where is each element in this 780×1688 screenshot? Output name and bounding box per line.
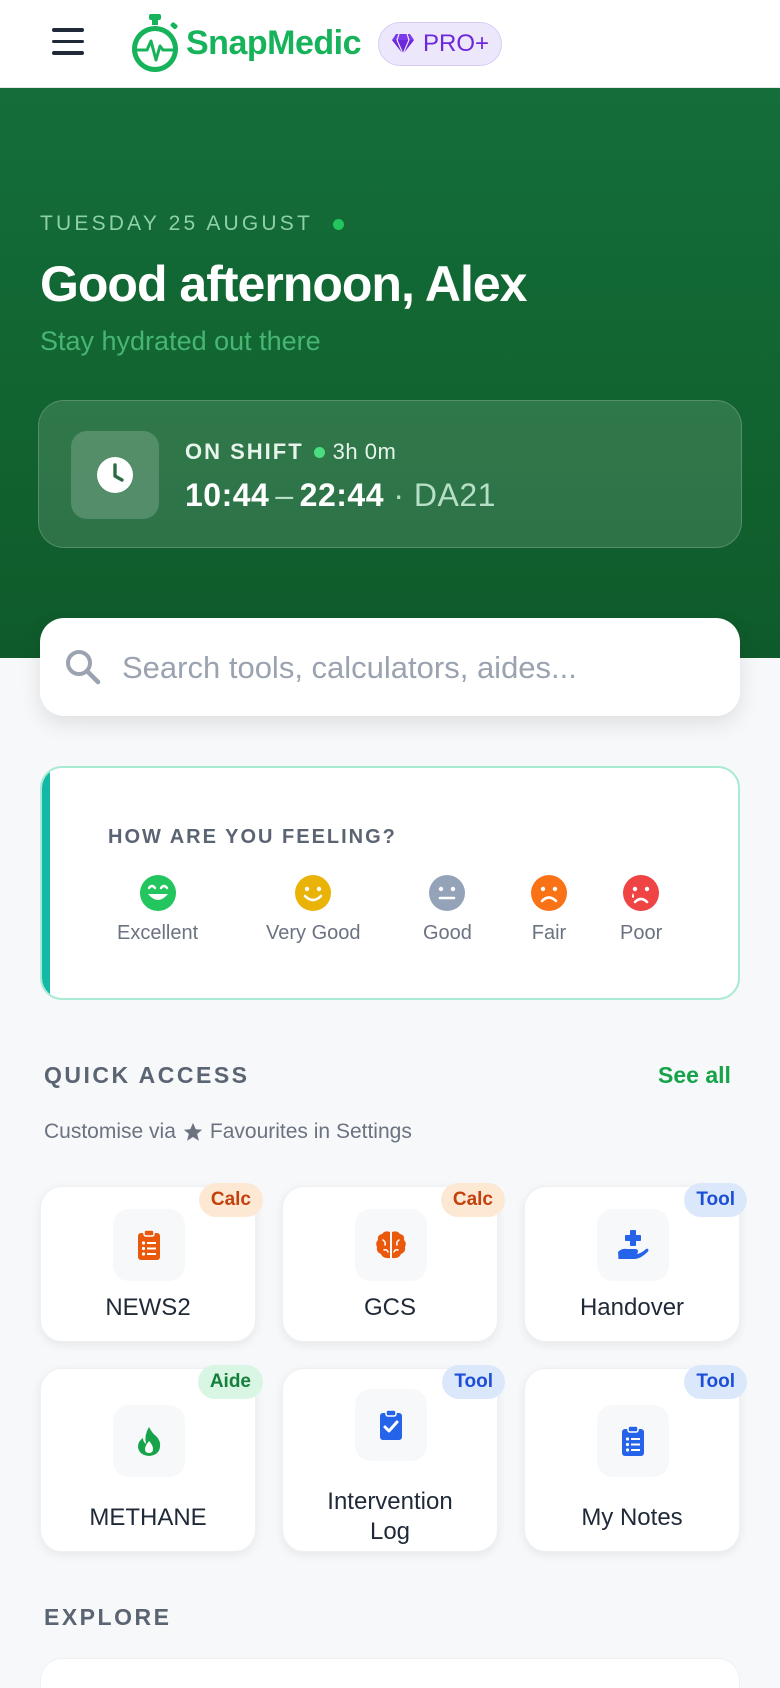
tile-icon-wrap	[597, 1209, 669, 1281]
top-app-bar: SnapMedic PRO+	[0, 0, 780, 88]
quick-access-heading: QUICK ACCESS	[44, 1062, 250, 1088]
mood-fair[interactable]: Fair	[530, 874, 568, 945]
shift-duration: 3h 0m	[332, 439, 397, 464]
tile-icon-wrap	[597, 1405, 669, 1477]
tile-type-tag: Calc	[440, 1183, 505, 1217]
quick-tile-handover[interactable]: Handover Tool	[524, 1183, 747, 1342]
tile-label: GCS	[363, 1294, 416, 1321]
mood-label: Good	[423, 922, 472, 944]
see-all-link[interactable]: See all	[658, 1062, 731, 1089]
shift-start: 10:44	[185, 477, 270, 513]
tile-type-tag: Tool	[684, 1365, 747, 1399]
clock-icon	[71, 431, 159, 519]
card-accent-bar	[42, 768, 50, 998]
mood-label: Excellent	[117, 922, 199, 944]
tile-icon-wrap	[113, 1405, 185, 1477]
quick-tile-gcs[interactable]: GCS Calc	[282, 1183, 505, 1342]
pro-badge-label: PRO+	[422, 30, 490, 57]
greeting-title: Good afternoon, Alex	[40, 256, 527, 312]
smile-face-icon	[295, 875, 332, 911]
mood-label: Fair	[531, 922, 567, 944]
shift-separator: –	[275, 477, 294, 513]
hamburger-menu-icon[interactable]	[52, 28, 84, 58]
mood-label: Very Good	[266, 922, 361, 944]
tile-label: METHANE	[89, 1504, 207, 1531]
search-input[interactable]: Search tools, calculators, aides...	[40, 618, 740, 716]
tile-type-tag: Calc	[198, 1183, 263, 1217]
explore-card[interactable]	[40, 1658, 740, 1688]
brand-name: SnapMedic	[186, 24, 361, 62]
hint-text-start: Customise via	[44, 1120, 176, 1143]
gem-icon	[391, 33, 414, 55]
mood-good[interactable]: Good	[423, 874, 472, 945]
greeting-subtitle: Stay hydrated out there	[40, 326, 321, 356]
date-line: TUESDAY 25 AUGUST	[40, 212, 345, 236]
quick-tile-my-notes[interactable]: My Notes Tool	[524, 1365, 747, 1552]
quick-tile-intervention-log[interactable]: Intervention Log Tool	[282, 1365, 505, 1552]
mood-label: Poor	[620, 922, 663, 944]
tile-icon-wrap	[113, 1209, 185, 1281]
quick-tile-news2[interactable]: NEWS2 Calc	[40, 1183, 263, 1342]
live-dot	[333, 218, 345, 230]
greeting-hero	[0, 88, 780, 658]
tile-label: My Notes	[581, 1504, 683, 1531]
shift-status-text: ON SHIFT	[185, 439, 304, 464]
shift-times: 10:44–22:44 · DA21	[185, 477, 496, 514]
mood-very-good[interactable]: Very Good	[266, 874, 361, 945]
shift-end: 22:44	[299, 477, 384, 513]
quick-access-hint: Customise via Favourites in Settings	[44, 1120, 412, 1144]
explore-heading: EXPLORE	[44, 1604, 172, 1630]
clipboard-list-icon	[622, 1425, 644, 1456]
clipboard-list-icon	[138, 1229, 160, 1260]
frown-face-icon	[531, 875, 567, 911]
shift-code: · DA21	[393, 477, 496, 513]
tile-icon-wrap	[355, 1209, 427, 1281]
clipboard-check-icon	[380, 1409, 402, 1440]
shift-active-dot	[313, 446, 325, 458]
tile-type-tag: Tool	[684, 1183, 747, 1217]
tile-type-tag: Aide	[197, 1365, 263, 1399]
tile-label: Handover	[579, 1294, 685, 1321]
fire-icon	[138, 1427, 161, 1456]
date-text: TUESDAY 25 AUGUST	[40, 212, 314, 235]
search-placeholder: Search tools, calculators, aides...	[122, 650, 577, 685]
tile-label: NEWS2	[105, 1294, 191, 1321]
tile-icon-wrap	[355, 1389, 427, 1461]
hand-holding-medical-icon	[618, 1230, 649, 1259]
search-icon	[66, 650, 101, 685]
mood-title: HOW ARE YOU FEELING?	[108, 826, 397, 848]
quick-tile-methane[interactable]: METHANE Aide	[40, 1365, 263, 1552]
grin-face-icon	[139, 875, 176, 911]
mood-excellent[interactable]: Excellent	[117, 874, 198, 945]
pro-plus-badge[interactable]: PRO+	[378, 22, 502, 66]
sad-tear-face-icon	[623, 875, 660, 911]
neutral-face-icon	[429, 875, 466, 911]
star-icon	[183, 1122, 203, 1141]
brain-icon	[376, 1231, 406, 1259]
shift-status: ON SHIFT 3h 0m	[185, 439, 396, 465]
tile-type-tag: Tool	[442, 1365, 505, 1399]
shift-card[interactable]: ON SHIFT 3h 0m 10:44–22:44 · DA21	[38, 400, 742, 548]
stopwatch-logo-icon	[132, 14, 178, 72]
mood-check-card: HOW ARE YOU FEELING? Excellent Very Good…	[40, 766, 740, 1000]
mood-poor[interactable]: Poor	[620, 874, 662, 945]
hint-text-end: Favourites in Settings	[209, 1120, 412, 1143]
tile-label: Intervention Log	[327, 1488, 453, 1545]
